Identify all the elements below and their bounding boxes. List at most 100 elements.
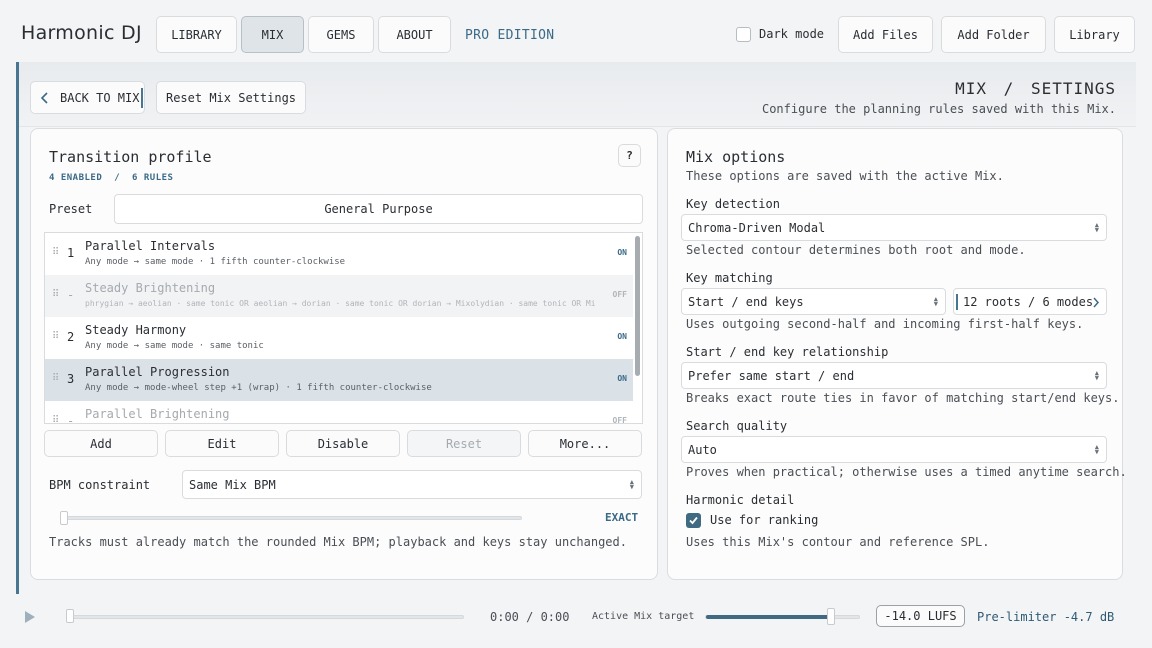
rule-state: ON xyxy=(617,248,627,257)
bpm-tolerance-slider[interactable] xyxy=(62,516,522,520)
dark-mode-label: Dark mode xyxy=(759,27,825,41)
app-brand: Harmonic DJ xyxy=(21,22,142,44)
rule-state: ON xyxy=(617,374,627,383)
rule-number: - xyxy=(67,414,75,424)
dark-mode-checkbox[interactable] xyxy=(736,27,751,42)
use-for-ranking-checkbox[interactable] xyxy=(686,513,701,528)
updown-icon: ▲ ▼ xyxy=(1094,368,1099,382)
harmonic-detail-desc: Uses this Mix's contour and reference SP… xyxy=(686,535,990,549)
search-quality-label: Search quality xyxy=(686,419,788,433)
relationship-select[interactable]: Prefer same start / end ▲ ▼ xyxy=(681,362,1107,389)
crumb-page: SETTINGS xyxy=(1030,79,1116,98)
key-matching-select[interactable]: Start / end keys ▲ ▼ xyxy=(681,288,946,315)
drag-handle-icon[interactable]: ⠿ xyxy=(52,289,59,300)
disable-rule-button[interactable]: Disable xyxy=(286,430,400,457)
chevron-left-icon xyxy=(39,91,51,104)
count-separator: / xyxy=(114,173,121,183)
rule-row[interactable]: ⠿ 1 Parallel Intervals Any mode → same m… xyxy=(45,233,633,275)
mix-target-fill xyxy=(706,615,832,619)
updown-icon: ▲ ▼ xyxy=(629,477,634,491)
key-detection-label: Key detection xyxy=(686,197,780,211)
reset-rule-button[interactable]: Reset xyxy=(407,430,521,457)
rule-name: Steady Brightening xyxy=(85,281,216,295)
key-detection-value: Chroma-Driven Modal xyxy=(688,220,826,235)
mix-target-slider[interactable] xyxy=(705,615,860,619)
bpm-constraint-select[interactable]: Same Mix BPM ▲ ▼ xyxy=(182,470,642,499)
tab-mix[interactable]: MIX xyxy=(241,16,304,53)
relationship-desc: Breaks exact route ties in favor of matc… xyxy=(686,391,1120,405)
check-icon xyxy=(689,516,698,525)
mix-options-title: Mix options xyxy=(686,148,786,166)
rule-state: OFF xyxy=(612,290,627,299)
edit-rule-button[interactable]: Edit xyxy=(165,430,279,457)
crumb-section: MIX xyxy=(955,79,988,98)
mix-options-subtitle: These options are saved with the active … xyxy=(686,169,1004,183)
mix-target-thumb[interactable] xyxy=(826,608,835,625)
reset-mix-settings-button[interactable]: Reset Mix Settings xyxy=(156,81,306,114)
rule-name: Parallel Intervals xyxy=(85,239,216,253)
section-rule xyxy=(16,62,19,594)
rule-list-scrollbar[interactable] xyxy=(635,236,640,376)
key-detection-desc: Selected contour determines both root an… xyxy=(686,243,1026,257)
updown-icon: ▲ ▼ xyxy=(933,294,938,308)
breadcrumb: MIX / SETTINGS xyxy=(955,79,1116,98)
rule-row[interactable]: ⠿ 3 Parallel Progression Any mode → mode… xyxy=(45,359,633,401)
key-detection-select[interactable]: Chroma-Driven Modal ▲ ▼ xyxy=(681,214,1107,241)
library-button[interactable]: Library xyxy=(1054,16,1135,53)
transition-title: Transition profile xyxy=(49,148,212,166)
drag-handle-icon[interactable]: ⠿ xyxy=(52,331,59,342)
rule-row[interactable]: ⠿ - Steady Brightening phrygian → aeolia… xyxy=(45,275,633,317)
drag-handle-icon[interactable]: ⠿ xyxy=(52,415,59,423)
add-rule-button[interactable]: Add xyxy=(44,430,158,457)
updown-icon: ▲ ▼ xyxy=(1094,442,1099,456)
search-quality-select[interactable]: Auto ▲ ▼ xyxy=(681,436,1107,463)
play-icon[interactable] xyxy=(24,610,36,627)
rule-row[interactable]: ⠿ 2 Steady Harmony Any mode → same mode … xyxy=(45,317,633,359)
crumb-separator: / xyxy=(1003,79,1015,98)
tab-gems[interactable]: GEMS xyxy=(308,16,374,53)
back-label: BACK TO MIX xyxy=(60,90,140,105)
add-folder-button[interactable]: Add Folder xyxy=(941,16,1046,53)
help-button[interactable]: ? xyxy=(618,144,641,167)
drag-handle-icon[interactable]: ⠿ xyxy=(52,373,59,384)
rule-description: Any mode → same mode · same tonic xyxy=(85,341,264,351)
lufs-readout[interactable]: -14.0 LUFS xyxy=(876,605,965,627)
key-matching-desc: Uses outgoing second-half and incoming f… xyxy=(686,317,1084,331)
rule-number: 1 xyxy=(67,246,75,260)
rule-description: Any mode → same mode · 1 fifth counter-c… xyxy=(85,257,346,267)
seek-thumb[interactable] xyxy=(66,609,74,623)
drag-handle-icon[interactable]: ⠿ xyxy=(52,247,59,258)
edition-label: PRO EDITION xyxy=(465,28,555,43)
preset-select[interactable]: General Purpose xyxy=(114,194,643,224)
tab-about[interactable]: ABOUT xyxy=(378,16,451,53)
preset-label: Preset xyxy=(49,202,93,216)
rule-description: Any mode → mode-wheel step +1 (wrap) · 1… xyxy=(85,383,432,393)
rule-number: 3 xyxy=(67,372,75,386)
search-quality-desc: Proves when practical; otherwise uses a … xyxy=(686,465,1127,479)
rule-name: Steady Harmony xyxy=(85,323,187,337)
rule-number: - xyxy=(67,288,75,302)
target-label: Active Mix target xyxy=(592,611,695,622)
bpm-value: Same Mix BPM xyxy=(189,477,276,492)
rule-state: ON xyxy=(617,332,627,341)
back-to-mix-button[interactable]: BACK TO MIX xyxy=(30,81,145,114)
key-roots-modes-button[interactable]: 12 roots / 6 modes xyxy=(953,288,1107,315)
rule-list: ⠿ 1 Parallel Intervals Any mode → same m… xyxy=(44,232,643,424)
bpm-description: Tracks must already match the rounded Mi… xyxy=(49,535,627,549)
more-button[interactable]: More... xyxy=(528,430,642,457)
relationship-value: Prefer same start / end xyxy=(688,368,855,383)
rules-count: 4 ENABLED / 6 RULES xyxy=(49,173,173,183)
bpm-slider-thumb[interactable] xyxy=(60,511,68,525)
rule-row[interactable]: ⠿ - Parallel Brightening OFF xyxy=(45,401,633,424)
tab-library[interactable]: LIBRARY xyxy=(156,16,237,53)
search-quality-value: Auto xyxy=(688,442,717,457)
relationship-label: Start / end key relationship xyxy=(686,345,889,359)
playback-seek-slider[interactable] xyxy=(66,615,464,619)
use-for-ranking-label: Use for ranking xyxy=(710,513,819,527)
bpm-label: BPM constraint xyxy=(49,478,151,492)
harmonic-detail-label: Harmonic detail xyxy=(686,493,795,507)
key-matching-label: Key matching xyxy=(686,271,773,285)
bpm-tolerance-value: EXACT xyxy=(605,511,639,524)
add-files-button[interactable]: Add Files xyxy=(838,16,933,53)
rule-description: phrygian → aeolian · same tonic OR aeoli… xyxy=(85,299,595,308)
